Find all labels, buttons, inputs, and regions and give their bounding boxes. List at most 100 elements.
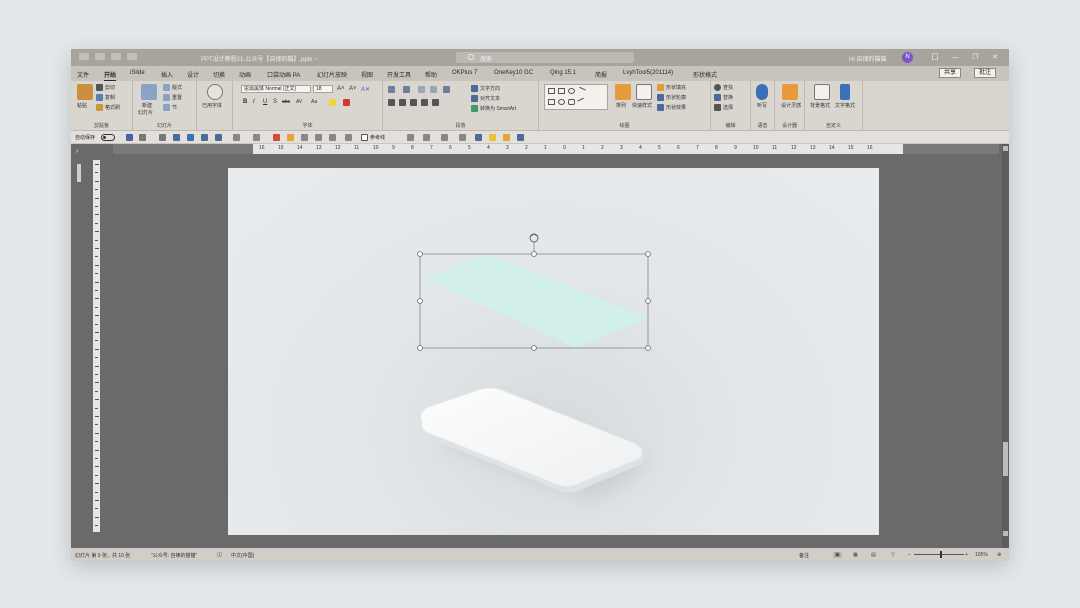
shape-effects-label[interactable]: 形状效果	[666, 104, 686, 111]
shape-rect[interactable]	[548, 88, 555, 94]
copy-icon[interactable]	[96, 94, 103, 101]
tab-lvyhtools[interactable]: LvyhTool5(201114)	[623, 70, 673, 76]
tab-briefing[interactable]: 简报	[595, 70, 607, 79]
accessibility-icon[interactable]: ◫	[217, 552, 222, 558]
tab-design[interactable]: 设计	[187, 70, 199, 79]
highlight-color-icon[interactable]	[329, 99, 336, 106]
paste-icon[interactable]	[77, 84, 93, 100]
new-slide-label[interactable]: 新建	[142, 102, 152, 109]
normal-view-icon[interactable]: ▣	[833, 552, 842, 558]
text-format-icon[interactable]	[840, 84, 850, 100]
clear-format-icon[interactable]: A✕	[361, 86, 370, 93]
microphone-icon[interactable]	[756, 84, 768, 100]
text-box-icon[interactable]	[441, 134, 448, 141]
cut-icon[interactable]	[96, 84, 103, 91]
text-direction-label[interactable]: 文字方向	[480, 85, 500, 92]
arrange-icon[interactable]	[615, 84, 631, 100]
smartart-label[interactable]: 转换为 SmartArt	[480, 105, 516, 112]
increase-indent-icon[interactable]	[430, 86, 437, 93]
shape-outline-label[interactable]: 形状轮廓	[666, 94, 686, 101]
smartart-icon[interactable]	[471, 105, 478, 112]
phone-illustration[interactable]	[420, 387, 645, 493]
zoom-level[interactable]: 105%	[975, 552, 988, 558]
decrease-indent-icon[interactable]	[418, 86, 425, 93]
present-icon[interactable]	[127, 53, 137, 60]
shape-circle[interactable]	[558, 99, 565, 105]
align-text-icon[interactable]	[471, 95, 478, 102]
font-name-select[interactable]: 思源黑体 Normal (正文)	[241, 85, 311, 93]
monitor-icon[interactable]	[517, 134, 524, 141]
shape-rect-2[interactable]	[558, 88, 565, 94]
arrange-label[interactable]: 排列	[616, 102, 626, 109]
tab-view[interactable]: 视图	[361, 70, 373, 79]
redo-icon[interactable]	[159, 134, 166, 141]
comments-button[interactable]: 批注	[974, 68, 997, 78]
guides-checkbox[interactable]	[361, 134, 368, 141]
shape-oval[interactable]	[568, 88, 575, 94]
redo-icon[interactable]	[111, 53, 121, 60]
design-ideas-icon[interactable]	[782, 84, 798, 100]
share-button[interactable]: 共享	[939, 68, 962, 78]
minimize-button[interactable]: —	[947, 52, 963, 63]
color-picker-icon[interactable]	[489, 134, 496, 141]
user-name[interactable]: Hi 自律的猫猫	[849, 54, 886, 63]
autosave-toggle[interactable]	[101, 134, 115, 141]
strikethrough-button[interactable]: abc	[282, 99, 290, 105]
present-icon[interactable]	[173, 134, 180, 141]
format-painter-icon[interactable]	[96, 104, 103, 111]
shape-fill-label[interactable]: 形状填充	[666, 84, 686, 91]
language-indicator[interactable]: 中文(中国)	[231, 552, 254, 559]
close-button[interactable]: ✕	[987, 52, 1003, 63]
shapes-gallery[interactable]	[544, 84, 608, 110]
new-slide-icon[interactable]	[141, 84, 157, 100]
tab-okplus[interactable]: OKPlus 7	[452, 70, 477, 76]
expand-thumbnails-icon[interactable]: ›	[76, 148, 78, 155]
format-painter-label[interactable]: 格式刷	[105, 104, 120, 111]
change-case-button[interactable]: Aa	[311, 99, 317, 105]
used-fonts-label[interactable]: 已用字体	[202, 102, 222, 109]
line-spacing-icon[interactable]	[443, 86, 450, 93]
section-label[interactable]: 节	[172, 104, 177, 111]
tab-islide[interactable]: iSlide	[130, 70, 145, 76]
lock-quick-icon[interactable]	[329, 134, 336, 141]
shrink-font-icon[interactable]: A˅	[349, 86, 357, 92]
distribute-quick-icon[interactable]	[215, 134, 222, 141]
dictate-label[interactable]: 听写	[757, 102, 767, 109]
tab-home[interactable]: 开始	[104, 70, 117, 81]
layout-label[interactable]: 版式	[172, 84, 182, 91]
tab-help[interactable]: 帮助	[425, 70, 437, 79]
italic-button[interactable]: I	[253, 99, 255, 105]
bullets-icon[interactable]	[388, 86, 395, 93]
tab-developer[interactable]: 开发工具	[387, 70, 411, 79]
shape-effects-icon[interactable]	[657, 104, 664, 111]
rotation-handle[interactable]	[529, 233, 539, 243]
align-text-label[interactable]: 对齐文本	[480, 95, 500, 102]
select-label[interactable]: 选择	[723, 104, 733, 111]
tab-animations[interactable]: 动画	[239, 70, 251, 79]
undo-icon[interactable]	[139, 134, 146, 141]
grow-font-icon[interactable]: A˄	[337, 86, 345, 92]
background-format-icon[interactable]	[814, 84, 830, 100]
zoom-in-button[interactable]: +	[965, 552, 968, 558]
cut-label[interactable]: 剪切	[105, 84, 115, 91]
slideshow-view-icon[interactable]: ▽	[891, 552, 895, 558]
format-copy-icon[interactable]	[407, 134, 414, 141]
scrollbar-thumb[interactable]	[1003, 442, 1008, 476]
notes-button[interactable]: 备注	[799, 552, 809, 559]
maximize-button[interactable]: ❐	[967, 52, 983, 63]
underline-button[interactable]: U	[263, 99, 267, 105]
zoom-slider-track[interactable]	[914, 554, 964, 555]
shape-rect-3[interactable]	[548, 99, 555, 105]
numbering-icon[interactable]	[403, 86, 410, 93]
outline-quick-icon[interactable]	[287, 134, 294, 141]
justify-icon[interactable]	[421, 99, 428, 106]
shapes-quick-icon[interactable]	[253, 134, 260, 141]
search-box[interactable]: 搜索	[456, 52, 634, 63]
slide-sorter-icon[interactable]: ▦	[853, 552, 858, 558]
find-label[interactable]: 查找	[723, 84, 733, 91]
tab-qing[interactable]: Qing 15.1	[550, 70, 576, 76]
replace-icon[interactable]	[714, 94, 721, 101]
font-color-icon[interactable]	[343, 99, 350, 106]
fill-quick-icon[interactable]	[273, 134, 280, 141]
shape-line[interactable]	[577, 86, 586, 96]
